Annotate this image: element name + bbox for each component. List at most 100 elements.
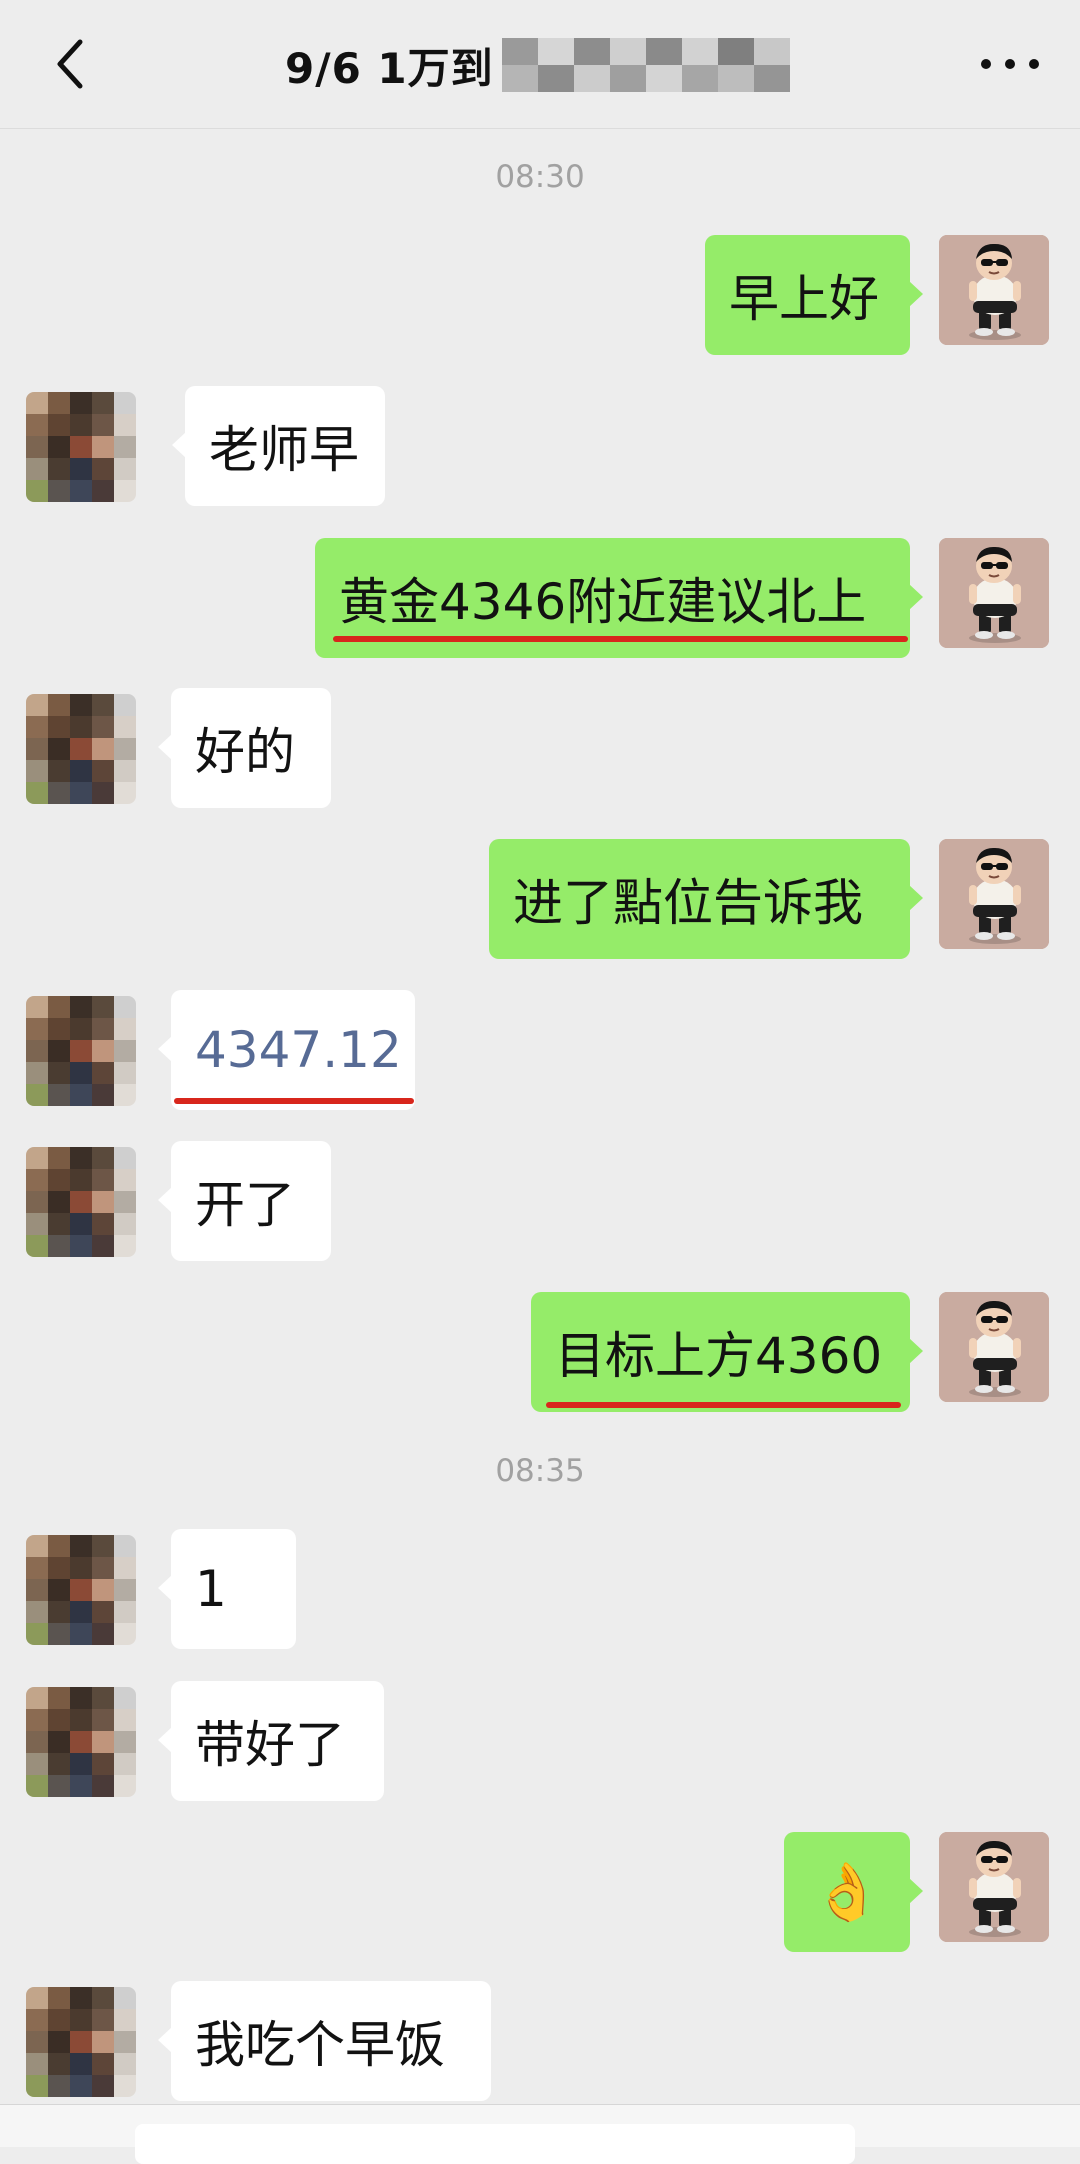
avatar-pixel: [70, 1191, 92, 1213]
avatar-pixel: [48, 1601, 70, 1623]
avatar-pixel: [26, 1557, 48, 1579]
avatar-pixel: [48, 1191, 70, 1213]
self-avatar[interactable]: [939, 1832, 1049, 1942]
avatar-pixel: [114, 738, 136, 760]
other-avatar[interactable]: [26, 1987, 136, 2097]
mosaic-tile: [753, 38, 790, 65]
avatar-pixel: [92, 458, 114, 480]
avatar-pixel: [48, 1213, 70, 1235]
avatar-pixel: [48, 1687, 70, 1709]
avatar-pixel: [48, 1775, 70, 1797]
chat-title-area: 9/6 1万到: [285, 30, 790, 100]
avatar-pixel: [114, 694, 136, 716]
avatar-pixel: [114, 1731, 136, 1753]
avatar-pixel: [92, 1535, 114, 1557]
other-avatar[interactable]: [26, 1687, 136, 1797]
avatar-pixel: [92, 1623, 114, 1645]
message-text: 1: [195, 1560, 227, 1618]
self-avatar[interactable]: [939, 1292, 1049, 1402]
avatar-pixel: [114, 2075, 136, 2097]
avatar-pixel: [48, 782, 70, 804]
avatar-pixel: [114, 414, 136, 436]
avatar-pixel: [70, 1535, 92, 1557]
avatar-pixel: [70, 1040, 92, 1062]
avatar-pixel: [26, 1084, 48, 1106]
avatar-pixel: [26, 1040, 48, 1062]
message-row-other: 老师早: [0, 386, 1080, 508]
avatar-pixel: [48, 1731, 70, 1753]
avatar-pixel: [92, 1018, 114, 1040]
avatar-pixel: [114, 1213, 136, 1235]
mosaic-tile: [537, 65, 574, 92]
avatar-pixel: [114, 1557, 136, 1579]
other-avatar[interactable]: [26, 392, 136, 502]
other-avatar[interactable]: [26, 996, 136, 1106]
avatar-pixel: [48, 996, 70, 1018]
avatar-pixel: [70, 392, 92, 414]
message-bubble-self[interactable]: 目标上方4360: [531, 1292, 923, 1412]
message-bubble-other[interactable]: 带好了: [158, 1681, 384, 1801]
avatar-pixel: [70, 1169, 92, 1191]
message-bubble-other[interactable]: 4347.12: [158, 990, 415, 1110]
avatar-pixel: [26, 480, 48, 502]
more-options-button[interactable]: [980, 44, 1040, 84]
mosaic-tile: [573, 38, 610, 65]
avatar-pixel: [26, 1987, 48, 2009]
avatar-pixel: [70, 782, 92, 804]
avatar-pixel: [48, 738, 70, 760]
avatar-pixel: [48, 760, 70, 782]
avatar-pixel: [114, 1084, 136, 1106]
message-bubble-other[interactable]: 好的: [158, 688, 331, 808]
avatar-pixel: [70, 2053, 92, 2075]
avatar-pixel: [26, 996, 48, 1018]
avatar-pixel: [92, 738, 114, 760]
avatar-pixel: [48, 1753, 70, 1775]
back-button[interactable]: [40, 34, 100, 94]
self-avatar[interactable]: [939, 538, 1049, 648]
message-text: 进了點位告诉我: [513, 874, 863, 932]
message-bubble-other[interactable]: 1: [158, 1529, 296, 1649]
other-avatar[interactable]: [26, 694, 136, 804]
cartoon-avatar-icon: [939, 538, 1049, 648]
message-bubble-self[interactable]: 进了點位告诉我: [489, 839, 923, 959]
message-bubble-other[interactable]: 开了: [158, 1141, 331, 1261]
other-avatar[interactable]: [26, 1535, 136, 1645]
avatar-pixel: [92, 1987, 114, 2009]
message-text-number[interactable]: 4347.12: [195, 1021, 402, 1079]
mosaic-tile: [681, 38, 718, 65]
avatar-pixel: [48, 1623, 70, 1645]
avatar-pixel: [114, 2031, 136, 2053]
avatar-pixel: [70, 738, 92, 760]
avatar-pixel: [92, 1709, 114, 1731]
avatar-pixel: [26, 458, 48, 480]
avatar-pixel: [26, 716, 48, 738]
avatar-pixel: [48, 392, 70, 414]
avatar-pixel: [92, 392, 114, 414]
title-redaction-mosaic: [501, 38, 790, 92]
self-avatar[interactable]: [939, 235, 1049, 345]
other-avatar[interactable]: [26, 1147, 136, 1257]
avatar-pixel: [114, 1579, 136, 1601]
message-bubble-other[interactable]: 老师早: [172, 386, 385, 506]
message-input-field[interactable]: [135, 2124, 855, 2164]
avatar-pixel: [26, 1535, 48, 1557]
red-underline-annotation: [333, 636, 908, 642]
mosaic-tile: [501, 38, 538, 65]
timestamp: 08:30: [495, 159, 585, 195]
self-avatar[interactable]: [939, 839, 1049, 949]
timestamp: 08:35: [495, 1453, 585, 1489]
avatar-pixel: [114, 458, 136, 480]
avatar-pixel: [48, 1040, 70, 1062]
avatar-pixel: [92, 1557, 114, 1579]
avatar-pixel: [26, 760, 48, 782]
avatar-pixel: [92, 1235, 114, 1257]
message-bubble-self[interactable]: 👌: [784, 1832, 923, 1952]
message-row-self: 目标上方4360: [0, 1292, 1080, 1414]
avatar-pixel: [26, 1147, 48, 1169]
avatar-pixel: [114, 1062, 136, 1084]
avatar-pixel: [70, 2075, 92, 2097]
message-row-self: 👌: [0, 1832, 1080, 1954]
message-bubble-self[interactable]: 早上好: [705, 235, 923, 355]
message-bubble-other[interactable]: 我吃个早饭: [158, 1981, 491, 2101]
avatar-pixel: [92, 1147, 114, 1169]
